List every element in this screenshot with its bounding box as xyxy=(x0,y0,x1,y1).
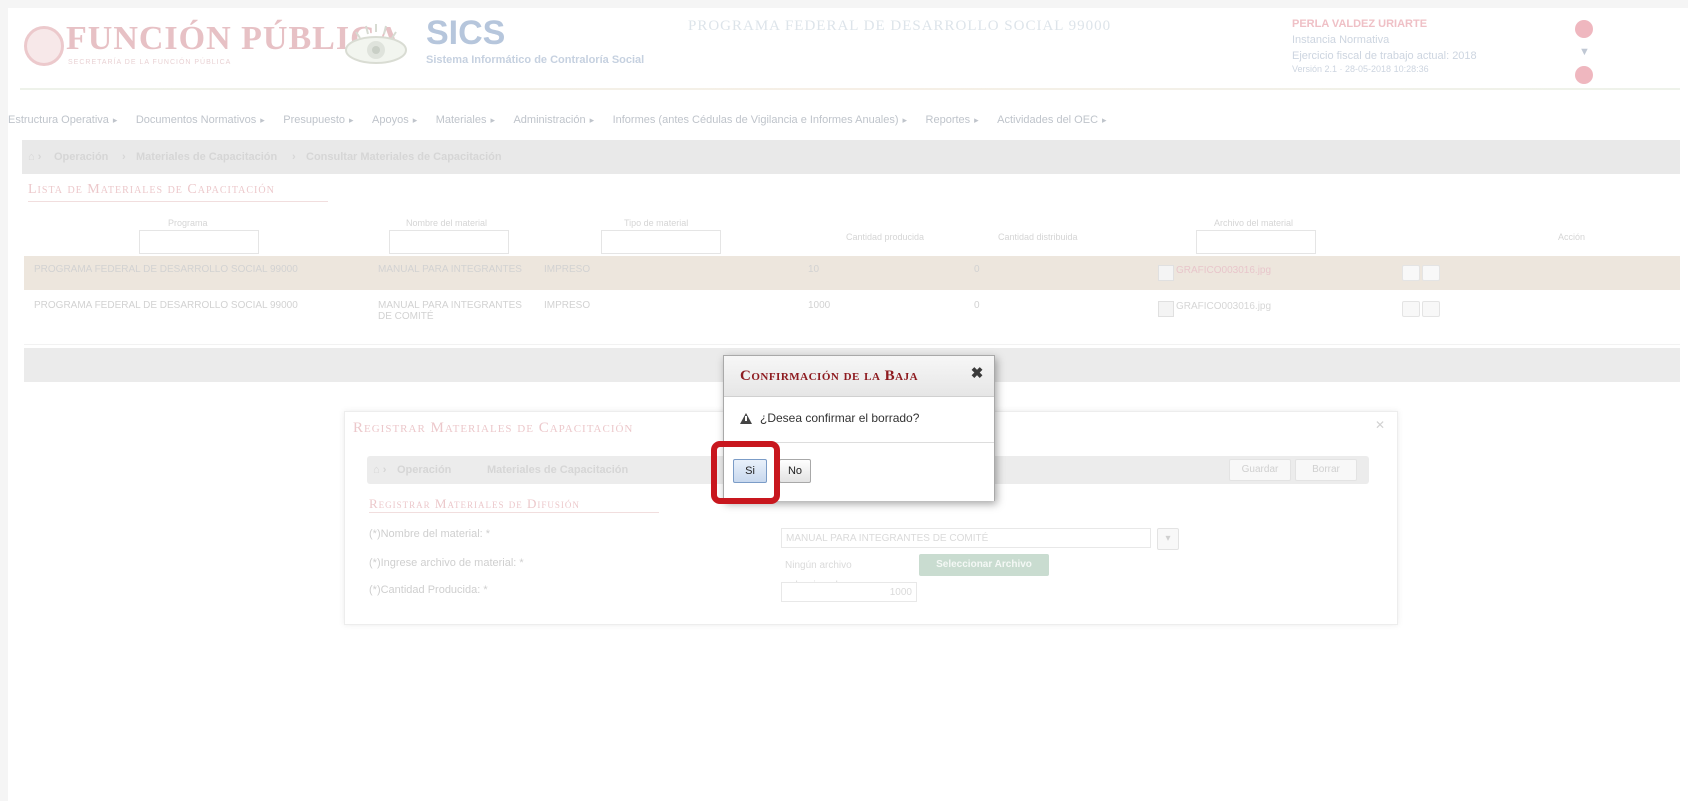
material-name-select[interactable]: MANUAL PARA INTEGRANTES DE COMITÉ xyxy=(781,528,1151,548)
cell-file-link[interactable]: GRAFICO003016.jpg xyxy=(1176,301,1271,312)
user-role: Instancia Normativa xyxy=(1292,34,1390,46)
quantity-label: (*)Cantidad Producida: * xyxy=(369,584,488,596)
menu-item-documentos-normativos[interactable]: Documentos Normativos ▸ xyxy=(136,114,265,126)
cell-program: PROGRAMA FEDERAL DE DESARROLLO SOCIAL 99… xyxy=(34,264,298,275)
logout-icon[interactable] xyxy=(1575,66,1593,84)
confirm-dialog-body: ¿Desea confirmar el borrado? xyxy=(724,396,994,442)
save-button[interactable]: Guardar xyxy=(1229,459,1291,481)
filter-file-input[interactable] xyxy=(1196,230,1316,254)
app-subtitle: Sistema Informático de Contraloría Socia… xyxy=(426,54,645,66)
close-icon[interactable]: ✖ xyxy=(968,365,986,383)
main-menu: Estructura Operativa ▸ Documentos Normati… xyxy=(8,110,1688,136)
cell-produced: 10 xyxy=(808,264,820,275)
section-title-rule xyxy=(369,512,659,513)
column-header: Programa xyxy=(168,218,208,228)
cell-material: MANUAL PARA INTEGRANTES DE COMITÉ xyxy=(378,300,522,322)
file-name-field: Ningún archivo seleccionado xyxy=(781,556,911,591)
breadcrumb-item[interactable]: Materiales de Capacitación xyxy=(136,151,277,163)
table-row[interactable]: PROGRAMA FEDERAL DE DESARROLLO SOCIAL 99… xyxy=(24,256,1680,290)
filter-material-input[interactable] xyxy=(389,230,509,254)
user-version: Versión 2.1 · 28-05-2018 10:28:36 xyxy=(1292,64,1429,74)
filter-program-input[interactable] xyxy=(139,230,259,254)
user-fiscal-year: Ejercicio fiscal de trabajo actual: 2018 xyxy=(1292,50,1477,62)
highlight-box xyxy=(711,441,780,504)
cell-type: IMPRESO xyxy=(544,264,591,275)
column-header: Cantidad distribuida xyxy=(998,232,1078,242)
brand-subtitle: SECRETARÍA DE LA FUNCIÓN PÚBLICA xyxy=(68,59,232,66)
confirm-dialog-title: Confirmación de la Baja xyxy=(740,368,919,384)
cell-program: PROGRAMA FEDERAL DE DESARROLLO SOCIAL 99… xyxy=(34,300,298,311)
file-icon xyxy=(1158,301,1174,317)
material-name-label: (*)Nombre del material: * xyxy=(369,528,491,540)
confirm-message: ¿Desea confirmar el borrado? xyxy=(760,411,920,425)
delete-icon[interactable] xyxy=(1422,301,1440,317)
menu-item-apoyos[interactable]: Apoyos ▸ xyxy=(372,114,417,126)
breadcrumb-current: Consultar Materiales de Capacitación xyxy=(306,151,502,163)
edit-icon[interactable] xyxy=(1402,301,1420,317)
filter-type-input[interactable] xyxy=(601,230,721,254)
form-dialog-title: Registrar Materiales de Capacitación xyxy=(353,420,634,436)
home-icon[interactable]: ⌂ › xyxy=(28,151,41,163)
breadcrumb-separator: › xyxy=(122,151,126,163)
select-file-button[interactable]: Seleccionar Archivo xyxy=(919,554,1049,576)
user-icon[interactable] xyxy=(1575,20,1593,38)
header-divider xyxy=(20,88,1680,90)
delete-icon[interactable] xyxy=(1422,265,1440,281)
column-header: Acción xyxy=(1558,232,1586,242)
program-name: PROGRAMA FEDERAL DE DESARROLLO SOCIAL 99… xyxy=(688,18,1112,34)
breadcrumb-item[interactable]: Operación xyxy=(54,151,108,163)
column-header: Archivo del material xyxy=(1214,218,1294,228)
section-title-rule xyxy=(28,201,328,202)
government-seal-icon xyxy=(24,26,64,66)
menu-item-estructura-operativa[interactable]: Estructura Operativa ▸ xyxy=(8,114,117,126)
confirm-dialog-titlebar[interactable]: Confirmación de la Baja ✖ xyxy=(724,356,994,397)
cell-distributed: 0 xyxy=(974,300,980,311)
form-section-title: Registrar Materiales de Difusión xyxy=(369,496,580,511)
menu-item-actividades-oec[interactable]: Actividades del OEC ▸ xyxy=(997,114,1106,126)
page-root: FUNCIÓN PÚBLICA SECRETARÍA DE LA FUNCIÓN… xyxy=(8,8,1688,801)
breadcrumb: ⌂ › Operación › Materiales de Capacitaci… xyxy=(22,140,1680,174)
cancel-button[interactable]: Borrar xyxy=(1295,459,1357,481)
file-icon xyxy=(1158,265,1174,281)
cell-material: MANUAL PARA INTEGRANTES xyxy=(378,264,522,275)
warning-icon-mark xyxy=(745,416,747,421)
menu-item-administracion[interactable]: Administración ▸ xyxy=(513,114,594,126)
file-label: (*)Ingrese archivo de material: * xyxy=(369,557,524,569)
user-name[interactable]: PERLA VALDEZ URIARTE xyxy=(1292,18,1427,30)
close-icon[interactable]: ✕ xyxy=(1375,418,1385,432)
breadcrumb-separator: › xyxy=(292,151,296,163)
quantity-input[interactable]: 1000 xyxy=(781,582,917,602)
edit-icon[interactable] xyxy=(1402,265,1420,281)
list-section-title: Lista de Materiales de Capacitación xyxy=(28,182,275,197)
cell-type: IMPRESO xyxy=(544,300,591,311)
menu-item-informes[interactable]: Informes (antes Cédulas de Vigilancia e … xyxy=(613,114,907,126)
header: FUNCIÓN PÚBLICA SECRETARÍA DE LA FUNCIÓN… xyxy=(8,8,1688,100)
no-button[interactable]: No xyxy=(779,459,811,483)
menu-item-materiales[interactable]: Materiales ▸ xyxy=(436,114,495,126)
breadcrumb-item[interactable]: Operación xyxy=(397,464,451,476)
chevron-down-icon[interactable]: ▾ xyxy=(1157,528,1179,550)
cell-produced: 1000 xyxy=(808,300,831,311)
menu-item-reportes[interactable]: Reportes ▸ xyxy=(926,114,979,126)
column-header: Cantidad producida xyxy=(846,232,925,242)
chevron-down-icon[interactable]: ▼ xyxy=(1579,46,1590,58)
column-header: Nombre del material xyxy=(406,218,488,228)
sics-eye-logo-icon xyxy=(345,24,407,64)
menu-item-presupuesto[interactable]: Presupuesto ▸ xyxy=(283,114,353,126)
breadcrumb-item[interactable]: Materiales de Capacitación xyxy=(487,464,628,476)
cell-file-link[interactable]: GRAFICO003016.jpg xyxy=(1176,265,1271,276)
home-icon[interactable]: ⌂ › xyxy=(373,464,386,476)
cell-distributed: 0 xyxy=(974,264,980,275)
column-header: Tipo de material xyxy=(624,218,689,228)
table-row[interactable]: PROGRAMA FEDERAL DE DESARROLLO SOCIAL 99… xyxy=(24,292,1680,345)
app-name: SICS xyxy=(426,14,506,52)
